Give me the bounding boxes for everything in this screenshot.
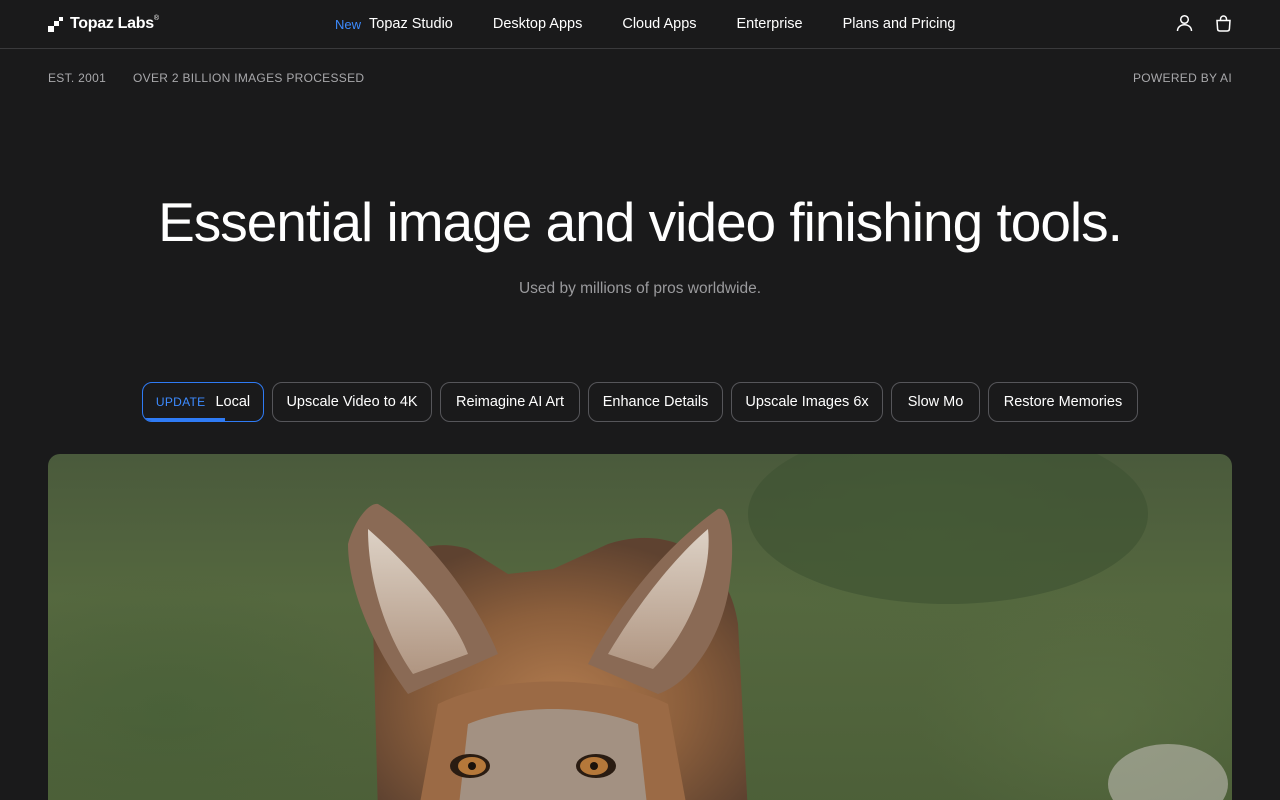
nav-item-label: Topaz Studio <box>369 16 453 32</box>
new-badge: New <box>335 16 362 32</box>
nav-item-plans-and-pricing[interactable]: Plans and Pricing <box>843 16 956 32</box>
logo-wordmark: Topaz Labs® <box>70 15 159 32</box>
nav-item-cloud-apps[interactable]: Cloud Apps <box>622 16 696 32</box>
tab-progress-bar <box>143 418 225 421</box>
nav-item-desktop-apps[interactable]: Desktop Apps <box>493 16 582 32</box>
update-badge: UPDATE <box>155 395 206 409</box>
shopping-bag-icon[interactable] <box>1215 14 1232 32</box>
tab-restore-memories[interactable]: Restore Memories <box>988 382 1138 422</box>
established-label: EST. 2001 <box>48 71 107 85</box>
feature-tabs: UPDATE Local Upscale Video to 4K Reimagi… <box>142 382 1138 422</box>
tab-slow-mo[interactable]: Slow Mo <box>891 382 980 422</box>
logo-mark-icon <box>48 16 63 32</box>
nav-actions <box>1176 14 1232 32</box>
tab-reimagine-ai-art[interactable]: Reimagine AI Art <box>440 382 580 422</box>
hero-subtitle: Used by millions of pros worldwide. <box>518 280 762 297</box>
images-processed-label: OVER 2 BILLION IMAGES PROCESSED <box>133 71 365 85</box>
hero-title: Essential image and video finishing tool… <box>158 191 1123 253</box>
topaz-labs-logo[interactable]: Topaz Labs® <box>48 15 159 33</box>
user-icon[interactable] <box>1176 14 1193 32</box>
tab-upscale-images-6x[interactable]: Upscale Images 6x <box>731 382 883 422</box>
tab-upscale-video-4k[interactable]: Upscale Video to 4K <box>272 382 432 422</box>
tab-label: Local <box>215 394 251 410</box>
main-menu: New Topaz Studio Desktop Apps Cloud Apps… <box>335 15 955 33</box>
tab-enhance-details[interactable]: Enhance Details <box>588 382 723 422</box>
showcase-image <box>48 454 1232 800</box>
powered-by-ai-label: POWERED BY AI <box>1132 71 1232 85</box>
top-navigation: Topaz Labs® New Topaz Studio Desktop App… <box>0 0 1280 49</box>
tab-local[interactable]: UPDATE Local <box>142 382 264 422</box>
nav-item-enterprise[interactable]: Enterprise <box>737 16 803 32</box>
nav-item-topaz-studio[interactable]: New Topaz Studio <box>335 16 453 32</box>
coyote-photo <box>348 454 1228 800</box>
